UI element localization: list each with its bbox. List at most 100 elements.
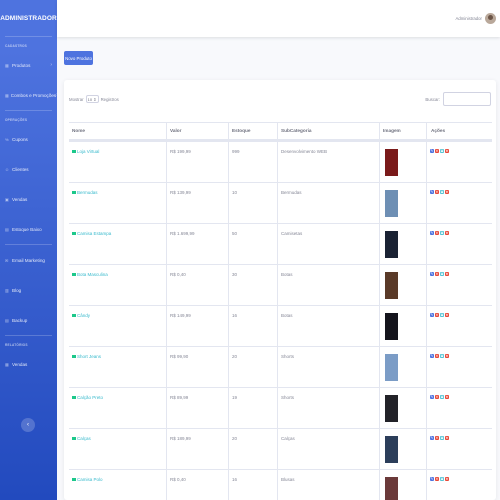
heading-cadastros: CADASTROS (5, 44, 27, 48)
edit-icon[interactable]: ✎ (430, 149, 434, 153)
topbar: Administrador (57, 0, 500, 37)
records-label: Registros (100, 96, 119, 102)
sidebar-item-backup[interactable]: ▤ Backup (0, 305, 57, 335)
edit-icon[interactable]: ✎ (430, 477, 434, 481)
image-icon[interactable]: ▣ (440, 272, 444, 276)
promo-icon[interactable]: ★ (445, 149, 449, 153)
delete-icon[interactable]: ✕ (435, 272, 439, 276)
status-icon (72, 231, 76, 236)
image-icon[interactable]: ▣ (440, 395, 444, 399)
product-name-link[interactable]: Short Jeans (72, 354, 101, 359)
sidebar-item-cupons[interactable]: % Cupons (0, 124, 57, 154)
products-card: Mostrar 10 ⇕ Registros Buscar: Nome Valo… (64, 80, 496, 500)
column-header-valor[interactable]: Valor (170, 128, 181, 133)
product-stock: 16 (232, 477, 238, 482)
sidebar-item-vendas[interactable]: ▣ Vendas (0, 184, 57, 214)
product-name-link[interactable]: Calças (72, 436, 91, 441)
table-row: Short Jeans R$ 99,90 20 Shorts ✎ ✕ ▣ ★ (69, 346, 492, 387)
edit-icon[interactable]: ✎ (430, 436, 434, 440)
sidebar-item-label: Email Marketing (12, 257, 45, 263)
image-icon[interactable]: ▣ (440, 190, 444, 194)
image-icon[interactable]: ▣ (440, 149, 444, 153)
image-icon[interactable]: ▣ (440, 231, 444, 235)
sidebar-item-relatorio-vendas[interactable]: ▦ Vendas (0, 349, 57, 379)
promo-icon[interactable]: ★ (445, 436, 449, 440)
column-header-imagem[interactable]: Imagem (383, 128, 401, 133)
delete-icon[interactable]: ✕ (435, 354, 439, 358)
delete-icon[interactable]: ✕ (435, 190, 439, 194)
row-actions: ✎ ✕ ▣ ★ (430, 436, 449, 440)
tags-icon: ▦ (5, 92, 9, 98)
promo-icon[interactable]: ★ (445, 231, 449, 235)
image-icon[interactable]: ▣ (440, 313, 444, 317)
row-actions: ✎ ✕ ▣ ★ (430, 313, 449, 317)
status-icon (72, 477, 76, 482)
product-name-link[interactable]: Bermudas (72, 190, 98, 195)
sidebar-toggle-button[interactable]: ‹ (21, 418, 35, 432)
promo-icon[interactable]: ★ (445, 354, 449, 358)
sidebar-item-estoque-baixo[interactable]: ▤ Estoque Baixo (0, 214, 57, 244)
product-image (385, 436, 398, 463)
edit-icon[interactable]: ✎ (430, 231, 434, 235)
sidebar-item-label: Clientes (12, 166, 29, 172)
image-icon[interactable]: ▣ (440, 477, 444, 481)
delete-icon[interactable]: ✕ (435, 313, 439, 317)
delete-icon[interactable]: ✕ (435, 231, 439, 235)
page-length-select[interactable]: 10 ⇕ (85, 95, 99, 103)
sidebar-item-produtos[interactable]: ▦ Produtos › (0, 50, 57, 80)
column-header-estoque[interactable]: Estoque (232, 128, 251, 133)
product-price: R$ 89,99 (170, 395, 189, 400)
sidebar-brand[interactable]: ADMINISTRADOR (0, 0, 57, 36)
product-name-link[interactable]: Camisa Polo (72, 477, 103, 482)
product-stock: 16 (232, 313, 238, 318)
column-header-acoes[interactable]: Ações (431, 128, 445, 133)
avatar[interactable] (485, 13, 496, 24)
status-icon (72, 149, 76, 154)
status-icon (72, 354, 76, 359)
search-input[interactable] (443, 92, 491, 106)
product-name-link[interactable]: Calção Preto (72, 395, 103, 400)
sidebar-item-label: Estoque Baixo (12, 226, 42, 232)
user-name[interactable]: Administrador (455, 16, 482, 21)
edit-icon[interactable]: ✎ (430, 190, 434, 194)
table-row: Bota Masculina R$ 0,40 30 Botas ✎ ✕ ▣ ★ (69, 264, 492, 305)
edit-icon[interactable]: ✎ (430, 272, 434, 276)
search-label: Buscar: (425, 96, 440, 102)
table-row: Camisa Estampa R$ 1.699,99 50 Camisetas ✎ ✕ ▣ ★ (69, 223, 492, 264)
promo-icon[interactable]: ★ (445, 272, 449, 276)
edit-icon[interactable]: ✎ (430, 354, 434, 358)
delete-icon[interactable]: ✕ (435, 149, 439, 153)
product-name-link[interactable]: Bota Masculina (72, 272, 108, 277)
product-stock: 20 (232, 354, 238, 359)
promo-icon[interactable]: ★ (445, 313, 449, 317)
promo-icon[interactable]: ★ (445, 190, 449, 194)
image-icon[interactable]: ▣ (440, 354, 444, 358)
status-icon (72, 313, 76, 318)
page-length-value: 10 (87, 96, 93, 102)
column-header-nome[interactable]: Nome (72, 128, 85, 133)
sidebar-item-clientes[interactable]: ☺ Clientes (0, 154, 57, 184)
new-product-button[interactable]: Novo Produto (64, 51, 93, 65)
product-image (385, 477, 398, 500)
status-icon (72, 272, 76, 277)
image-icon[interactable]: ▣ (440, 436, 444, 440)
promo-icon[interactable]: ★ (445, 477, 449, 481)
sidebar-item-combos[interactable]: ▦ Combos e Promoções › (0, 80, 58, 110)
edit-icon[interactable]: ✎ (430, 313, 434, 317)
product-subcategory: Shorts (281, 354, 295, 359)
product-name-link[interactable]: Cândy (72, 313, 90, 318)
column-header-subcategoria[interactable]: SubCategoria (281, 128, 311, 133)
product-name-link[interactable]: Camisa Estampa (72, 231, 111, 236)
sidebar-item-blog[interactable]: ▥ Blog (0, 275, 57, 305)
delete-icon[interactable]: ✕ (435, 436, 439, 440)
sidebar-item-email-marketing[interactable]: ✉ Email Marketing (0, 245, 57, 275)
delete-icon[interactable]: ✕ (435, 477, 439, 481)
sidebar-item-label: Vendas (12, 196, 28, 202)
delete-icon[interactable]: ✕ (435, 395, 439, 399)
table-row: Calção Preto R$ 89,99 19 Shorts ✎ ✕ ▣ ★ (69, 387, 492, 428)
product-name-link[interactable]: Loja Virtual (72, 149, 99, 154)
edit-icon[interactable]: ✎ (430, 395, 434, 399)
table-header: Nome Valor Estoque SubCategoria Imagem A… (69, 122, 492, 141)
table-row: Bermudas R$ 139,99 10 Bermudas ✎ ✕ ▣ ★ (69, 182, 492, 223)
promo-icon[interactable]: ★ (445, 395, 449, 399)
